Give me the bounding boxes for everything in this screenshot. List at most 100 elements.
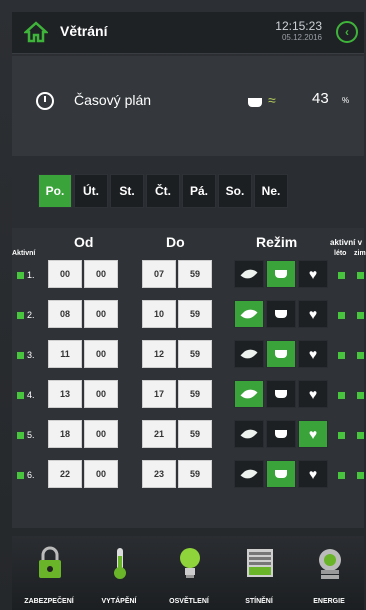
winter-checkbox[interactable] — [357, 312, 364, 319]
to-minute[interactable]: 59 — [178, 340, 212, 368]
tab-so[interactable]: So. — [218, 174, 252, 208]
nav-label: ZABEZPEČENÍ — [24, 598, 74, 605]
winter-checkbox[interactable] — [357, 472, 364, 479]
mode-cup-button[interactable] — [266, 340, 296, 368]
to-hour[interactable]: 10 — [142, 300, 176, 328]
winter-checkbox[interactable] — [357, 272, 364, 279]
mode-heart-button[interactable]: ♥ — [298, 300, 328, 328]
table-row: 5. 18 00 21 59 ♥ — [12, 420, 364, 448]
cup-icon — [248, 98, 262, 107]
nav-label: VYTÁPĚNÍ — [101, 598, 137, 605]
to-hour[interactable]: 17 — [142, 380, 176, 408]
leaf-icon — [240, 265, 258, 283]
mode-heart-button[interactable]: ♥ — [298, 380, 328, 408]
mode-heart-button[interactable]: ♥ — [298, 340, 328, 368]
heart-icon: ♥ — [308, 346, 318, 362]
from-minute[interactable]: 00 — [84, 460, 118, 488]
nav-energie[interactable]: ENERGIE — [294, 536, 364, 610]
from-minute[interactable]: 00 — [84, 380, 118, 408]
winter-checkbox[interactable] — [357, 392, 364, 399]
to-hour[interactable]: 12 — [142, 340, 176, 368]
nav-stineni[interactable]: STÍNĚNÍ — [224, 536, 294, 610]
from-minute[interactable]: 00 — [84, 260, 118, 288]
table-row: 1. 00 00 07 59 ♥ — [12, 260, 364, 288]
summer-checkbox[interactable] — [338, 352, 345, 359]
mode-leaf-button[interactable] — [234, 260, 264, 288]
tab-po[interactable]: Po. — [38, 174, 72, 208]
tab-pa[interactable]: Pá. — [182, 174, 216, 208]
row-number: 1. — [27, 270, 35, 280]
summer-checkbox[interactable] — [338, 312, 345, 319]
schedule-table: Od Do Režim Aktivní aktivní v léto zim 1… — [12, 228, 366, 528]
summer-checkbox[interactable] — [338, 392, 345, 399]
mode-cup-button[interactable] — [266, 420, 296, 448]
to-minute[interactable]: 59 — [178, 300, 212, 328]
winter-checkbox[interactable] — [357, 352, 364, 359]
mode-heart-button[interactable]: ♥ — [298, 460, 328, 488]
home-icon[interactable] — [24, 21, 48, 43]
to-hour[interactable]: 07 — [142, 260, 176, 288]
back-button[interactable]: ‹ — [336, 21, 358, 43]
lock-icon — [39, 546, 61, 578]
from-hour[interactable]: 18 — [48, 420, 82, 448]
row-number: 3. — [27, 350, 35, 360]
mode-leaf-button[interactable] — [234, 420, 264, 448]
mode-cup-button[interactable] — [266, 460, 296, 488]
from-hour[interactable]: 00 — [48, 260, 82, 288]
from-minute[interactable]: 00 — [84, 300, 118, 328]
tab-st[interactable]: St. — [110, 174, 144, 208]
mode-leaf-button[interactable] — [234, 460, 264, 488]
active-checkbox[interactable] — [17, 352, 24, 359]
to-minute[interactable]: 59 — [178, 460, 212, 488]
clock-time: 12:15:23 — [275, 19, 322, 33]
to-hour[interactable]: 21 — [142, 420, 176, 448]
mode-leaf-button[interactable] — [234, 340, 264, 368]
cup-icon — [275, 430, 287, 438]
schedule-value: 43 — [312, 90, 329, 107]
mode-leaf-button[interactable] — [234, 300, 264, 328]
from-hour[interactable]: 08 — [48, 300, 82, 328]
tab-ct[interactable]: Čt. — [146, 174, 180, 208]
chevron-left-icon: ‹ — [345, 25, 349, 39]
summer-checkbox[interactable] — [338, 432, 345, 439]
from-hour[interactable]: 13 — [48, 380, 82, 408]
active-checkbox[interactable] — [17, 392, 24, 399]
cup-icon — [275, 390, 287, 398]
cup-icon — [275, 270, 287, 278]
active-checkbox[interactable] — [17, 432, 24, 439]
leaf-icon — [240, 385, 258, 403]
active-checkbox[interactable] — [17, 272, 24, 279]
mode-heart-button[interactable]: ♥ — [298, 260, 328, 288]
mode-heart-button[interactable]: ♥ — [298, 420, 328, 448]
from-minute[interactable]: 00 — [84, 340, 118, 368]
to-minute[interactable]: 59 — [178, 420, 212, 448]
active-checkbox[interactable] — [17, 312, 24, 319]
table-row: 4. 13 00 17 59 ♥ — [12, 380, 364, 408]
to-minute[interactable]: 59 — [178, 260, 212, 288]
summer-checkbox[interactable] — [338, 472, 345, 479]
heart-icon: ♥ — [308, 266, 318, 282]
nav-zabezpeceni[interactable]: ZABEZPEČENÍ — [14, 536, 84, 610]
from-hour[interactable]: 22 — [48, 460, 82, 488]
active-checkbox[interactable] — [17, 472, 24, 479]
mode-cup-button[interactable] — [266, 380, 296, 408]
mode-cup-button[interactable] — [266, 260, 296, 288]
mode-leaf-button[interactable] — [234, 380, 264, 408]
bottom-nav: ZABEZPEČENÍ VYTÁPĚNÍ OSVĚTLENÍ STÍNĚNÍ E… — [12, 536, 364, 610]
schedule-row[interactable]: Časový plán ≈ 43 % — [12, 56, 364, 156]
to-hour[interactable]: 23 — [142, 460, 176, 488]
tab-ne[interactable]: Ne. — [254, 174, 288, 208]
nav-osvetleni[interactable]: OSVĚTLENÍ — [154, 536, 224, 610]
winter-checkbox[interactable] — [357, 432, 364, 439]
mode-cup-button[interactable] — [266, 300, 296, 328]
to-minute[interactable]: 59 — [178, 380, 212, 408]
from-minute[interactable]: 00 — [84, 420, 118, 448]
row-number: 6. — [27, 470, 35, 480]
leaf-icon — [240, 425, 258, 443]
nav-vytapeni[interactable]: VYTÁPĚNÍ — [84, 536, 154, 610]
schedule-unit: % — [342, 96, 350, 105]
from-hour[interactable]: 11 — [48, 340, 82, 368]
tab-ut[interactable]: Út. — [74, 174, 108, 208]
cup-icon — [275, 310, 287, 318]
summer-checkbox[interactable] — [338, 272, 345, 279]
